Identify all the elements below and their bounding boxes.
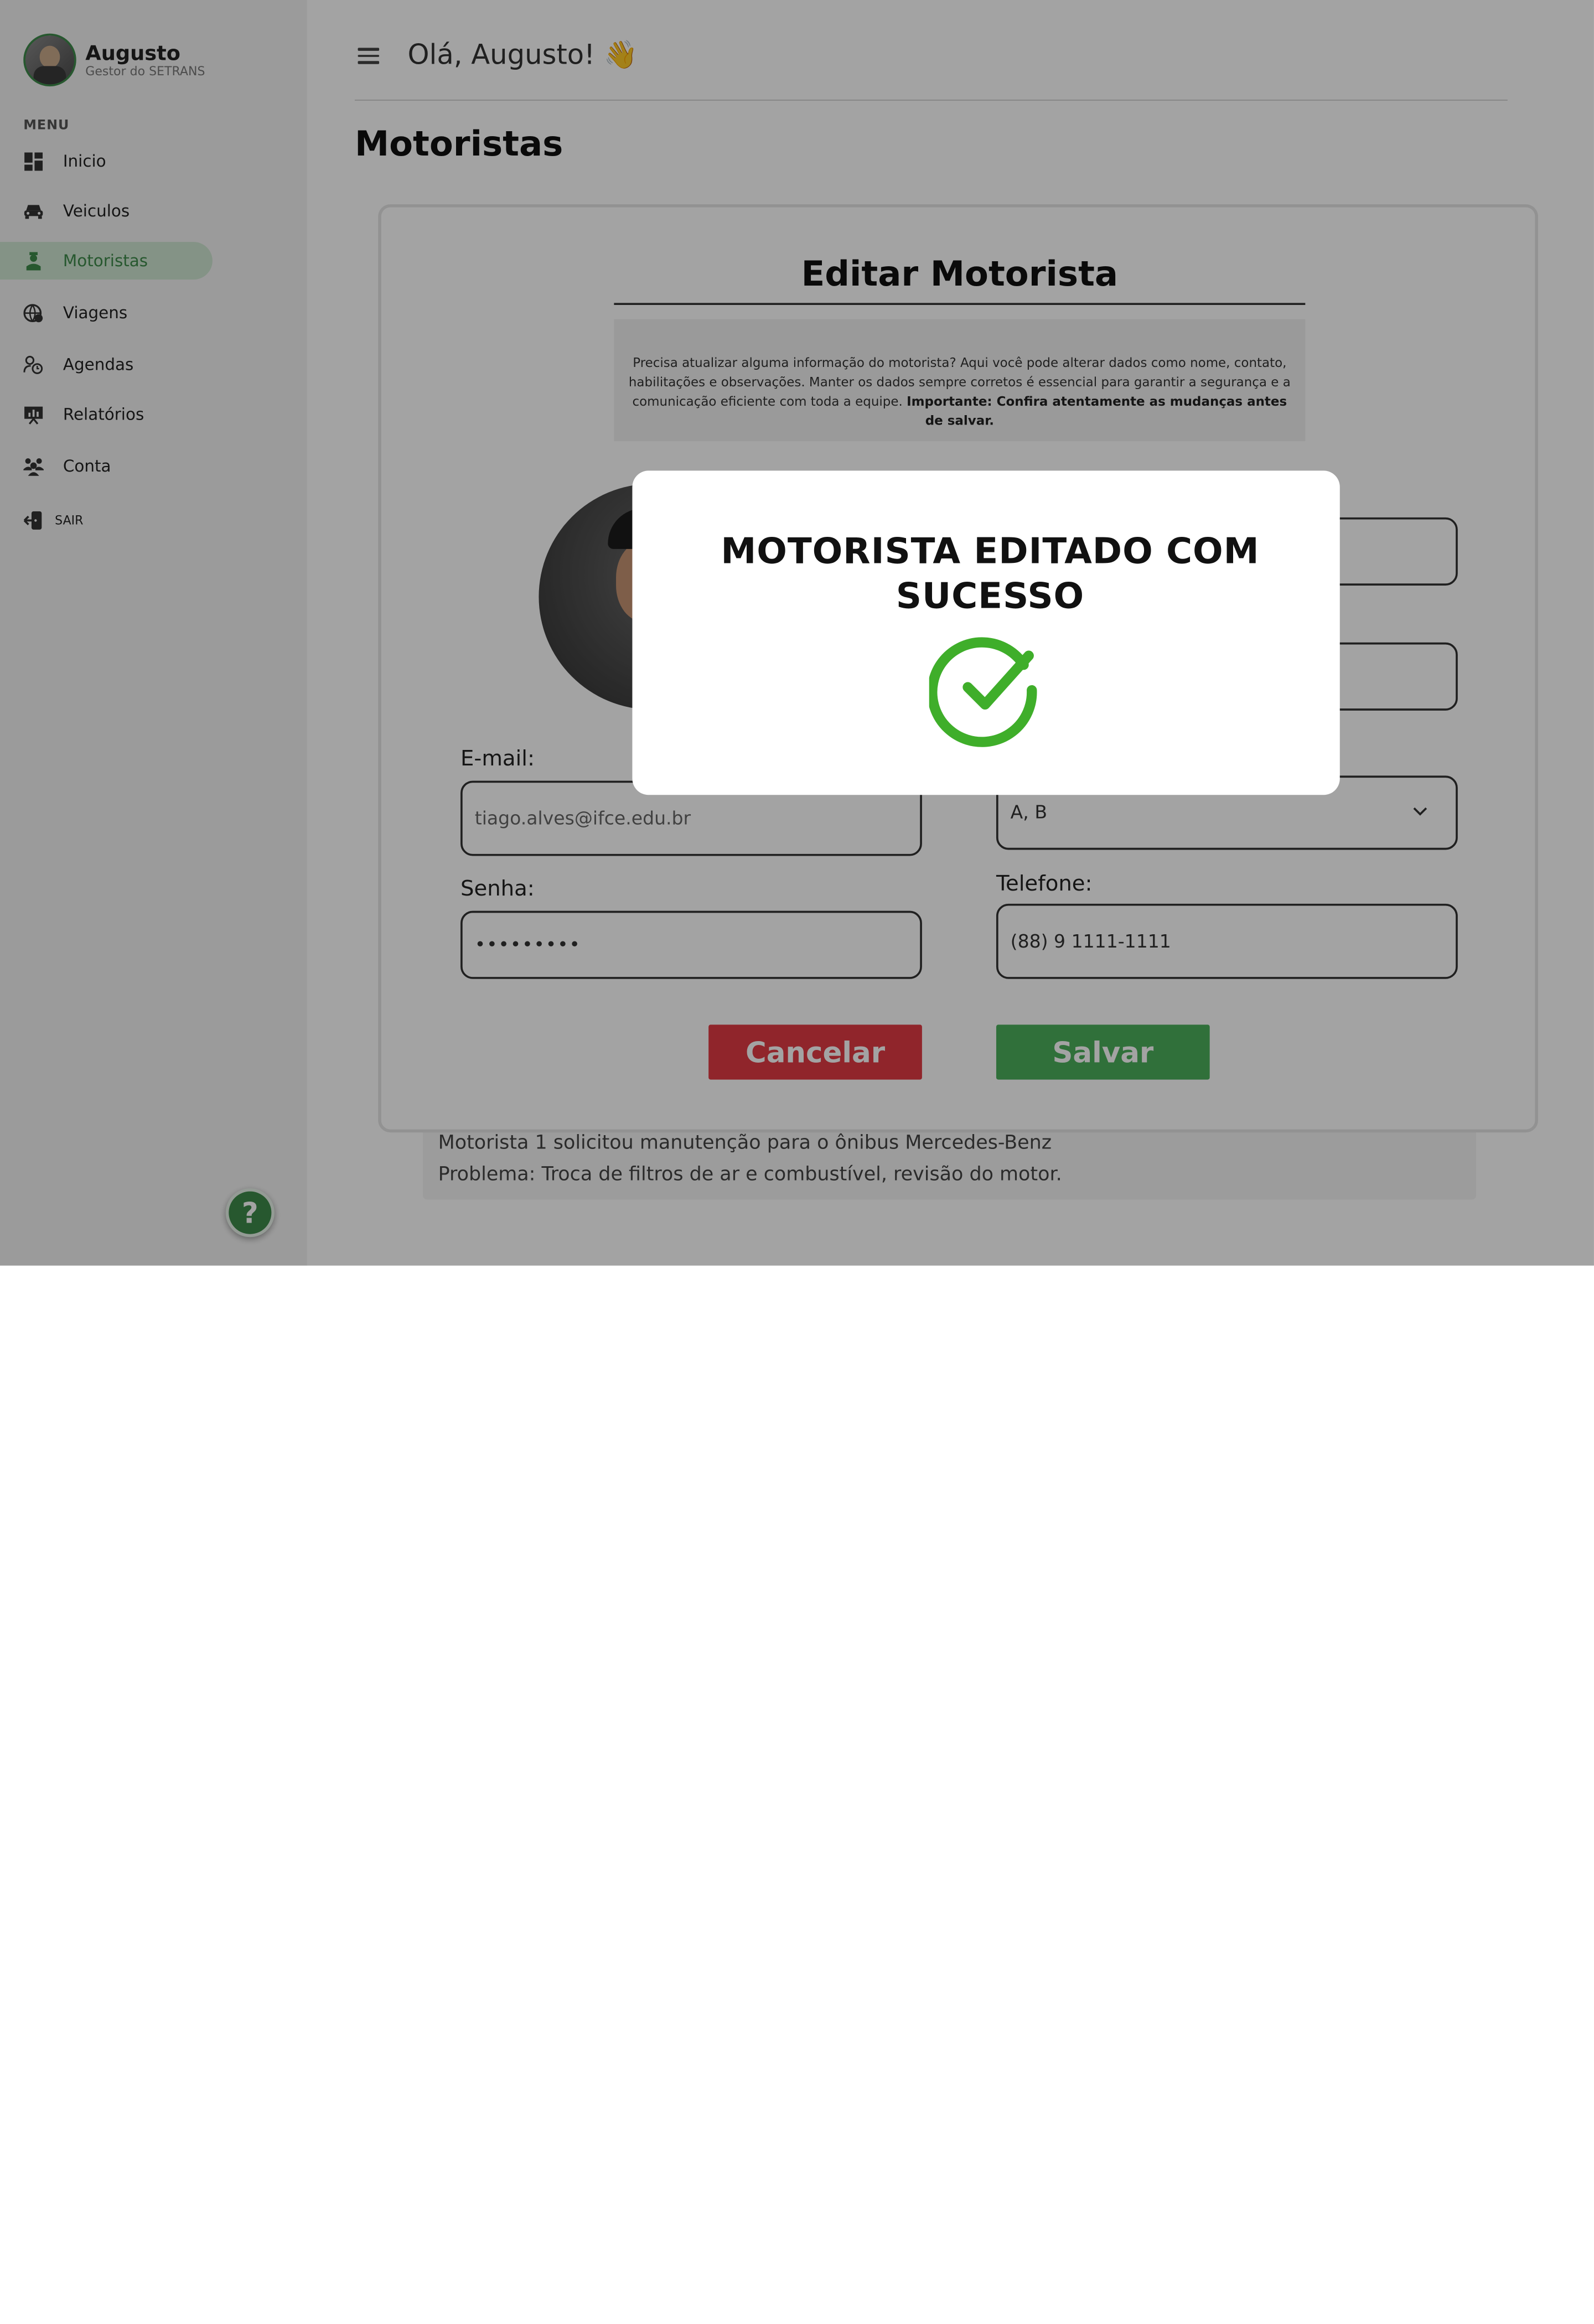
modal-title-line-2: SUCESSO <box>896 576 1085 617</box>
modal-title: MOTORISTA EDITADO COM SUCESSO <box>632 530 1348 619</box>
page: Augusto Gestor do SETRANS MENU Inicio Ve… <box>0 0 1594 2324</box>
success-check-icon <box>929 637 1037 747</box>
success-modal: MOTORISTA EDITADO COM SUCESSO <box>632 470 1340 795</box>
modal-title-line-1: MOTORISTA EDITADO COM <box>721 531 1260 573</box>
